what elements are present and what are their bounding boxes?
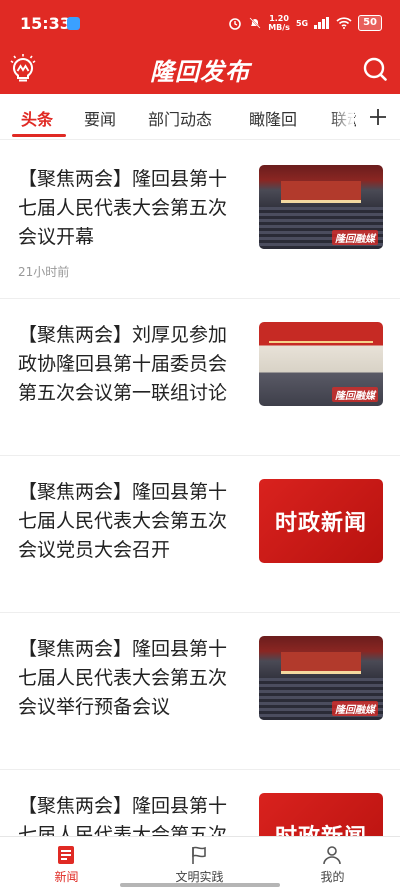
news-headline[interactable]: 【聚焦两会】隆回县第十七届人民代表大会第五次会议党员大会召开 — [18, 478, 232, 565]
app-header: 隆回发布 — [0, 46, 400, 94]
thumbnail-watermark: 隆回融媒 — [332, 701, 378, 716]
plus-icon[interactable] — [356, 94, 400, 139]
list-item[interactable]: 【聚焦两会】隆回县第十七届人民代表大会第五次 时政新闻 — [0, 770, 400, 836]
nav-label: 我的 — [320, 870, 345, 884]
news-thumbnail[interactable]: 隆回融媒 — [259, 322, 383, 406]
app-notification-icon — [67, 17, 80, 30]
tab-department-news[interactable]: 部门动态 — [148, 106, 212, 130]
channel-tabs: 头条 要闻 部门动态 瞰隆回 联动 — [0, 94, 400, 140]
search-icon[interactable] — [358, 52, 392, 86]
news-thumbnail[interactable]: 隆回融媒 — [259, 636, 383, 720]
nav-label: 新闻 — [54, 870, 79, 884]
thumbnail-stage — [281, 181, 361, 203]
network-label: 5G — [295, 18, 309, 28]
status-bar: 15:33 1.20 MB/s 5G 50 — [0, 0, 400, 46]
active-tab-indicator — [12, 134, 66, 137]
net-speed-value: 1.20 — [269, 14, 289, 23]
list-item[interactable]: 【聚焦两会】隆回县第十七届人民代表大会第五次会议开幕 21小时前 隆回融媒 — [0, 140, 400, 299]
news-feed[interactable]: 【聚焦两会】隆回县第十七届人民代表大会第五次会议开幕 21小时前 隆回融媒 【聚… — [0, 140, 400, 836]
person-icon — [323, 846, 341, 865]
thumbnail-caption: 时政新闻 — [259, 819, 383, 836]
nav-profile[interactable]: 我的 — [266, 837, 399, 890]
net-speed: 1.20 MB/s — [268, 14, 290, 32]
status-time: 15:33 — [20, 14, 71, 33]
thumbnail-caption: 时政新闻 — [274, 511, 367, 536]
app-title: 隆回发布 — [150, 57, 250, 86]
signal-icon — [314, 17, 330, 29]
news-headline[interactable]: 【聚焦两会】隆回县第十七届人民代表大会第五次会议开幕 — [18, 165, 232, 252]
flag-icon — [192, 846, 206, 864]
wifi-icon — [336, 17, 352, 29]
home-indicator[interactable] — [120, 883, 280, 887]
thumbnail-watermark: 隆回融媒 — [332, 230, 378, 245]
news-thumbnail[interactable]: 时政新闻 — [259, 479, 383, 563]
bottom-nav: 新闻 文明实践 我的 — [0, 836, 400, 889]
news-headline[interactable]: 【聚焦两会】隆回县第十七届人民代表大会第五次 — [18, 792, 232, 836]
news-headline[interactable]: 【聚焦两会】隆回县第十七届人民代表大会第五次会议举行预备会议 — [18, 635, 232, 722]
news-headline[interactable]: 【聚焦两会】刘厚见参加政协隆回县第十届委员会第五次会议第一联组讨论 — [18, 321, 232, 408]
tabs-fade — [330, 94, 354, 139]
thumbnail-banner — [269, 327, 373, 343]
thumbnail-stage — [281, 652, 361, 674]
net-speed-unit: MB/s — [268, 23, 290, 32]
list-item[interactable]: 【聚焦两会】刘厚见参加政协隆回县第十届委员会第五次会议第一联组讨论 隆回融媒 — [0, 299, 400, 456]
status-icons: 1.20 MB/s 5G 50 — [228, 14, 382, 32]
battery-indicator: 50 — [358, 15, 382, 31]
thumbnail-watermark: 隆回融媒 — [332, 387, 378, 402]
mute-bell-icon — [249, 17, 261, 29]
nav-news[interactable]: 新闻 — [0, 837, 133, 890]
alarm-icon — [229, 18, 241, 30]
tab-overview-longhui[interactable]: 瞰隆回 — [249, 106, 297, 130]
news-icon — [58, 846, 74, 864]
news-thumbnail[interactable]: 隆回融媒 — [259, 165, 383, 249]
list-item[interactable]: 【聚焦两会】隆回县第十七届人民代表大会第五次会议举行预备会议 隆回融媒 — [0, 613, 400, 770]
tab-key-news[interactable]: 要闻 — [84, 106, 116, 130]
list-item[interactable]: 【聚焦两会】隆回县第十七届人民代表大会第五次会议党员大会召开 时政新闻 — [0, 456, 400, 613]
tab-headlines[interactable]: 头条 — [21, 106, 53, 130]
news-time: 21小时前 — [18, 265, 70, 279]
news-thumbnail[interactable]: 时政新闻 — [259, 793, 383, 836]
